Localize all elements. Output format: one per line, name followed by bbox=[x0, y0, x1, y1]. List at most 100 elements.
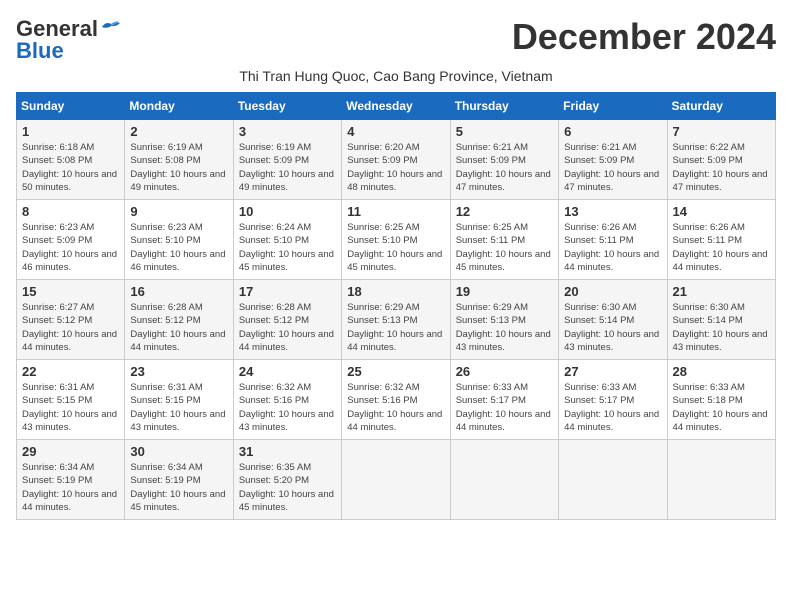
calendar-cell: 24 Sunrise: 6:32 AMSunset: 5:16 PMDayligh… bbox=[233, 360, 341, 440]
calendar-cell: 19 Sunrise: 6:29 AMSunset: 5:13 PMDayligh… bbox=[450, 280, 558, 360]
day-info: Sunrise: 6:31 AMSunset: 5:15 PMDaylight:… bbox=[22, 381, 119, 434]
day-number: 27 bbox=[564, 364, 661, 379]
calendar-cell: 29 Sunrise: 6:34 AMSunset: 5:19 PMDayligh… bbox=[17, 440, 125, 520]
day-info: Sunrise: 6:33 AMSunset: 5:17 PMDaylight:… bbox=[564, 381, 661, 434]
calendar-cell: 20Sunrise: 6:30 AMSunset: 5:14 PMDayligh… bbox=[559, 280, 667, 360]
day-number: 24 bbox=[239, 364, 336, 379]
calendar-table: SundayMondayTuesdayWednesdayThursdayFrid… bbox=[16, 92, 776, 520]
day-info: Sunrise: 6:34 AMSunset: 5:19 PMDaylight:… bbox=[130, 461, 227, 514]
day-info: Sunrise: 6:33 AMSunset: 5:18 PMDaylight:… bbox=[673, 381, 770, 434]
calendar-body: 1 Sunrise: 6:18 AMSunset: 5:08 PMDaylight… bbox=[17, 120, 776, 520]
calendar-cell: 11 Sunrise: 6:25 AMSunset: 5:10 PMDayligh… bbox=[342, 200, 450, 280]
day-info: Sunrise: 6:33 AMSunset: 5:17 PMDaylight:… bbox=[456, 381, 553, 434]
day-number: 12 bbox=[456, 204, 553, 219]
weekday-header-sunday: Sunday bbox=[17, 93, 125, 120]
day-number: 8 bbox=[22, 204, 119, 219]
weekday-header-friday: Friday bbox=[559, 93, 667, 120]
calendar-cell bbox=[450, 440, 558, 520]
day-number: 29 bbox=[22, 444, 119, 459]
subtitle: Thi Tran Hung Quoc, Cao Bang Province, V… bbox=[16, 68, 776, 84]
calendar-cell: 17 Sunrise: 6:28 AMSunset: 5:12 PMDayligh… bbox=[233, 280, 341, 360]
calendar-cell: 4 Sunrise: 6:20 AMSunset: 5:09 PMDaylight… bbox=[342, 120, 450, 200]
calendar-cell: 1 Sunrise: 6:18 AMSunset: 5:08 PMDaylight… bbox=[17, 120, 125, 200]
day-info: Sunrise: 6:35 AMSunset: 5:20 PMDaylight:… bbox=[239, 461, 336, 514]
day-info: Sunrise: 6:26 AMSunset: 5:11 PMDaylight:… bbox=[673, 221, 770, 274]
day-number: 17 bbox=[239, 284, 336, 299]
day-number: 18 bbox=[347, 284, 444, 299]
day-number: 16 bbox=[130, 284, 227, 299]
day-info: Sunrise: 6:21 AMSunset: 5:09 PMDaylight:… bbox=[456, 141, 553, 194]
calendar-week-2: 8Sunrise: 6:23 AMSunset: 5:09 PMDaylight… bbox=[17, 200, 776, 280]
day-info: Sunrise: 6:34 AMSunset: 5:19 PMDaylight:… bbox=[22, 461, 119, 514]
day-info: Sunrise: 6:22 AMSunset: 5:09 PMDaylight:… bbox=[673, 141, 770, 194]
calendar-cell: 16 Sunrise: 6:28 AMSunset: 5:12 PMDayligh… bbox=[125, 280, 233, 360]
calendar-cell: 14 Sunrise: 6:26 AMSunset: 5:11 PMDayligh… bbox=[667, 200, 775, 280]
day-number: 30 bbox=[130, 444, 227, 459]
logo-blue: Blue bbox=[16, 38, 64, 64]
weekday-header-thursday: Thursday bbox=[450, 93, 558, 120]
day-info: Sunrise: 6:25 AMSunset: 5:10 PMDaylight:… bbox=[347, 221, 444, 274]
day-info: Sunrise: 6:19 AMSunset: 5:09 PMDaylight:… bbox=[239, 141, 336, 194]
calendar-cell: 3 Sunrise: 6:19 AMSunset: 5:09 PMDaylight… bbox=[233, 120, 341, 200]
calendar-cell: 31 Sunrise: 6:35 AMSunset: 5:20 PMDayligh… bbox=[233, 440, 341, 520]
day-info: Sunrise: 6:25 AMSunset: 5:11 PMDaylight:… bbox=[456, 221, 553, 274]
day-info: Sunrise: 6:32 AMSunset: 5:16 PMDaylight:… bbox=[239, 381, 336, 434]
calendar-week-3: 15Sunrise: 6:27 AMSunset: 5:12 PMDayligh… bbox=[17, 280, 776, 360]
calendar-cell: 18Sunrise: 6:29 AMSunset: 5:13 PMDayligh… bbox=[342, 280, 450, 360]
day-info: Sunrise: 6:19 AMSunset: 5:08 PMDaylight:… bbox=[130, 141, 227, 194]
day-number: 11 bbox=[347, 204, 444, 219]
day-info: Sunrise: 6:31 AMSunset: 5:15 PMDaylight:… bbox=[130, 381, 227, 434]
day-info: Sunrise: 6:20 AMSunset: 5:09 PMDaylight:… bbox=[347, 141, 444, 194]
calendar-cell bbox=[342, 440, 450, 520]
day-info: Sunrise: 6:26 AMSunset: 5:11 PMDaylight:… bbox=[564, 221, 661, 274]
day-info: Sunrise: 6:32 AMSunset: 5:16 PMDaylight:… bbox=[347, 381, 444, 434]
day-number: 28 bbox=[673, 364, 770, 379]
day-number: 26 bbox=[456, 364, 553, 379]
calendar-cell: 10Sunrise: 6:24 AMSunset: 5:10 PMDayligh… bbox=[233, 200, 341, 280]
calendar-header: SundayMondayTuesdayWednesdayThursdayFrid… bbox=[17, 93, 776, 120]
day-number: 5 bbox=[456, 124, 553, 139]
calendar-cell: 21Sunrise: 6:30 AMSunset: 5:14 PMDayligh… bbox=[667, 280, 775, 360]
day-number: 7 bbox=[673, 124, 770, 139]
calendar-cell: 13 Sunrise: 6:26 AMSunset: 5:11 PMDayligh… bbox=[559, 200, 667, 280]
day-number: 25 bbox=[347, 364, 444, 379]
calendar-cell: 23Sunrise: 6:31 AMSunset: 5:15 PMDayligh… bbox=[125, 360, 233, 440]
logo-bird-icon bbox=[100, 19, 122, 35]
weekday-header-wednesday: Wednesday bbox=[342, 93, 450, 120]
calendar-cell: 9Sunrise: 6:23 AMSunset: 5:10 PMDaylight… bbox=[125, 200, 233, 280]
calendar-cell: 26 Sunrise: 6:33 AMSunset: 5:17 PMDayligh… bbox=[450, 360, 558, 440]
day-number: 4 bbox=[347, 124, 444, 139]
calendar-cell: 27 Sunrise: 6:33 AMSunset: 5:17 PMDayligh… bbox=[559, 360, 667, 440]
header: General Blue December 2024 bbox=[16, 16, 776, 64]
day-info: Sunrise: 6:28 AMSunset: 5:12 PMDaylight:… bbox=[130, 301, 227, 354]
calendar-cell: 22 Sunrise: 6:31 AMSunset: 5:15 PMDayligh… bbox=[17, 360, 125, 440]
weekday-row: SundayMondayTuesdayWednesdayThursdayFrid… bbox=[17, 93, 776, 120]
calendar-cell: 15Sunrise: 6:27 AMSunset: 5:12 PMDayligh… bbox=[17, 280, 125, 360]
calendar-cell: 2 Sunrise: 6:19 AMSunset: 5:08 PMDaylight… bbox=[125, 120, 233, 200]
day-number: 19 bbox=[456, 284, 553, 299]
day-info: Sunrise: 6:18 AMSunset: 5:08 PMDaylight:… bbox=[22, 141, 119, 194]
calendar-cell: 25 Sunrise: 6:32 AMSunset: 5:16 PMDayligh… bbox=[342, 360, 450, 440]
calendar-cell: 12 Sunrise: 6:25 AMSunset: 5:11 PMDayligh… bbox=[450, 200, 558, 280]
day-info: Sunrise: 6:28 AMSunset: 5:12 PMDaylight:… bbox=[239, 301, 336, 354]
calendar-week-5: 29 Sunrise: 6:34 AMSunset: 5:19 PMDayligh… bbox=[17, 440, 776, 520]
day-number: 9 bbox=[130, 204, 227, 219]
day-info: Sunrise: 6:21 AMSunset: 5:09 PMDaylight:… bbox=[564, 141, 661, 194]
day-number: 15 bbox=[22, 284, 119, 299]
day-number: 3 bbox=[239, 124, 336, 139]
day-number: 1 bbox=[22, 124, 119, 139]
day-info: Sunrise: 6:29 AMSunset: 5:13 PMDaylight:… bbox=[456, 301, 553, 354]
weekday-header-saturday: Saturday bbox=[667, 93, 775, 120]
day-number: 13 bbox=[564, 204, 661, 219]
day-number: 14 bbox=[673, 204, 770, 219]
calendar-cell: 7 Sunrise: 6:22 AMSunset: 5:09 PMDaylight… bbox=[667, 120, 775, 200]
day-number: 22 bbox=[22, 364, 119, 379]
day-info: Sunrise: 6:24 AMSunset: 5:10 PMDaylight:… bbox=[239, 221, 336, 274]
day-number: 2 bbox=[130, 124, 227, 139]
day-number: 31 bbox=[239, 444, 336, 459]
calendar-cell: 30 Sunrise: 6:34 AMSunset: 5:19 PMDayligh… bbox=[125, 440, 233, 520]
calendar-week-1: 1 Sunrise: 6:18 AMSunset: 5:08 PMDaylight… bbox=[17, 120, 776, 200]
calendar-cell bbox=[559, 440, 667, 520]
day-number: 20 bbox=[564, 284, 661, 299]
calendar-cell: 6Sunrise: 6:21 AMSunset: 5:09 PMDaylight… bbox=[559, 120, 667, 200]
